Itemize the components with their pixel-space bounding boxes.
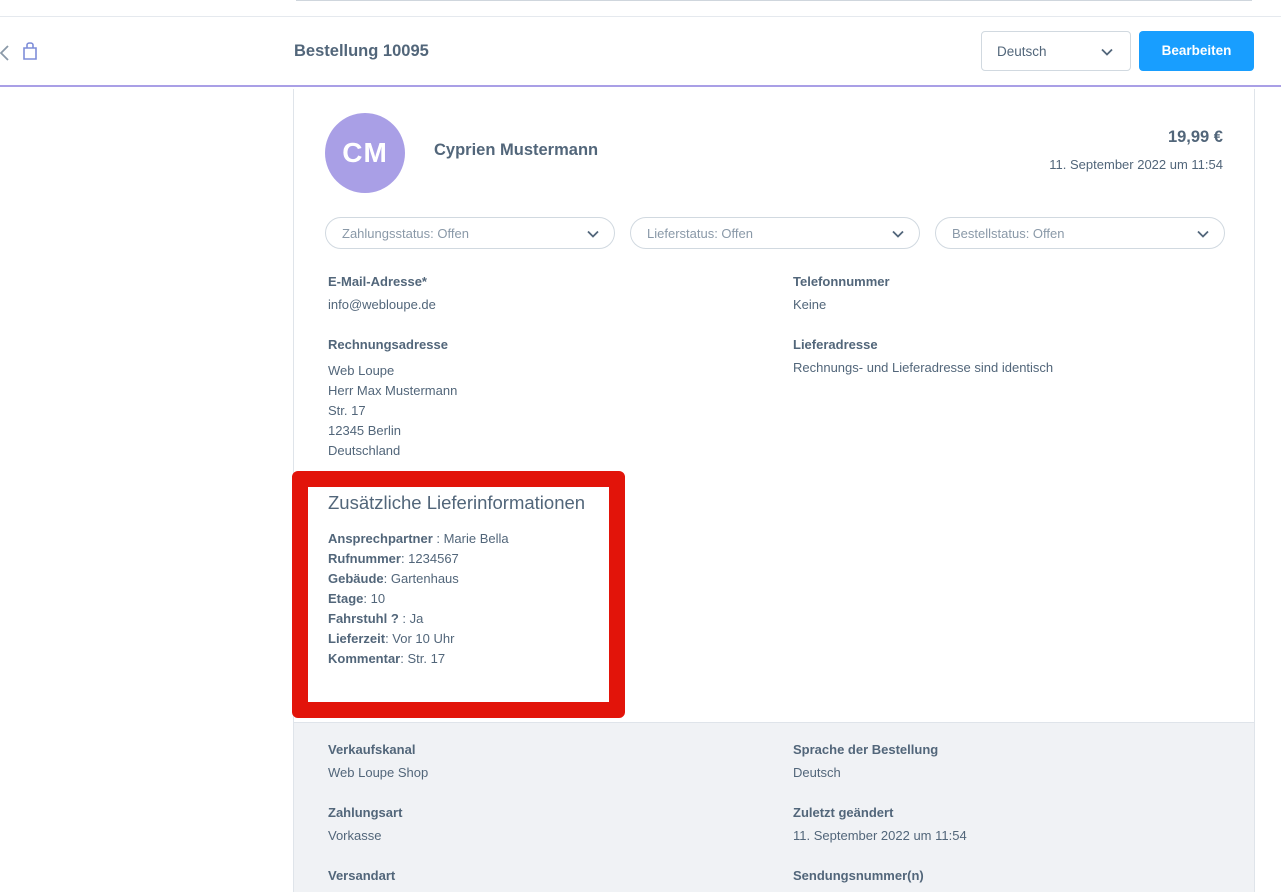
billing-address-line: Herr Max Mustermann xyxy=(328,383,458,398)
search-bar-edge xyxy=(296,0,1252,1)
phone-label: Telefonnummer xyxy=(793,274,890,289)
extra-info-row: Etage: 10 xyxy=(328,591,385,606)
billing-address-label: Rechnungsadresse xyxy=(328,337,448,352)
payment-method-value: Vorkasse xyxy=(328,828,382,843)
extra-info-key: Gebäude xyxy=(328,571,384,586)
extra-info-value: : Vor 10 Uhr xyxy=(385,631,455,646)
email-value: info@webloupe.de xyxy=(328,297,436,312)
order-date: 11. September 2022 um 11:54 xyxy=(1049,157,1223,172)
extra-info-key: Etage xyxy=(328,591,364,606)
chevron-down-icon xyxy=(587,230,599,238)
customer-name: Cyprien Mustermann xyxy=(434,141,599,159)
shopping-bag-icon xyxy=(23,42,37,60)
phone-value: Keine xyxy=(793,297,827,312)
payment-method-label: Zahlungsart xyxy=(328,805,403,820)
shipping-address-value: Rechnungs- und Lieferadresse sind identi… xyxy=(793,360,1054,375)
page-title: Bestellung 10095 xyxy=(294,42,429,60)
extra-info-row: Ansprechpartner : Marie Bella xyxy=(328,531,509,546)
shipping-address-label: Lieferadresse xyxy=(793,337,878,352)
order-language-value: Deutsch xyxy=(793,765,841,780)
last-changed-label: Zuletzt geändert xyxy=(793,805,894,820)
chevron-left-icon[interactable] xyxy=(0,44,12,62)
extra-info-row: Fahrstuhl ? : Ja xyxy=(328,611,423,626)
smart-bar: Bestellung 10095 Deutsch Bearbeiten xyxy=(0,17,1281,87)
payment-status-select[interactable]: Zahlungsstatus: Offen xyxy=(325,217,615,249)
extra-info-key: Ansprechpartner xyxy=(328,531,433,546)
delivery-status-value: Lieferstatus: Offen xyxy=(647,226,753,241)
delivery-status-select[interactable]: Lieferstatus: Offen xyxy=(630,217,920,249)
edit-button[interactable]: Bearbeiten xyxy=(1139,31,1254,71)
extra-info-value: : Marie Bella xyxy=(432,531,509,546)
tracking-number-label: Sendungsnummer(n) xyxy=(793,868,924,883)
extra-info-key: Lieferzeit xyxy=(328,631,386,646)
order-status-value: Bestellstatus: Offen xyxy=(952,226,1065,241)
extra-info-value: : 1234567 xyxy=(400,551,459,566)
chevron-down-icon xyxy=(1101,48,1113,56)
sales-channel-value: Web Loupe Shop xyxy=(328,765,429,780)
extra-info-value: : Str. 17 xyxy=(400,651,446,666)
order-status-select[interactable]: Bestellstatus: Offen xyxy=(935,217,1225,249)
billing-address-line: Str. 17 xyxy=(328,403,366,418)
extra-info-value: : Ja xyxy=(398,611,424,626)
extra-info-row: Kommentar: Str. 17 xyxy=(328,651,445,666)
avatar: CM xyxy=(325,113,405,193)
extra-info-row: Gebäude: Gartenhaus xyxy=(328,571,459,586)
payment-status-value: Zahlungsstatus: Offen xyxy=(342,226,469,241)
top-search-strip xyxy=(0,0,1281,17)
order-details-section: Verkaufskanal Web Loupe Shop Sprache der… xyxy=(293,722,1255,892)
extra-info-value: : Gartenhaus xyxy=(383,571,459,586)
chevron-down-icon xyxy=(892,230,904,238)
order-total: 19,99 € xyxy=(1167,128,1223,146)
language-select-value: Deutsch xyxy=(997,44,1047,59)
billing-address-line: Deutschland xyxy=(328,443,401,458)
chevron-down-icon xyxy=(1197,230,1209,238)
billing-address-line: 12345 Berlin xyxy=(328,423,401,438)
sales-channel-label: Verkaufskanal xyxy=(328,742,416,757)
extra-info-key: Fahrstuhl ? xyxy=(328,611,399,626)
extra-info-row: Rufnummer: 1234567 xyxy=(328,551,459,566)
extra-info-key: Kommentar xyxy=(328,651,401,666)
sidebar xyxy=(0,89,293,892)
language-select[interactable]: Deutsch xyxy=(981,31,1131,71)
last-changed-value: 11. September 2022 um 11:54 xyxy=(793,828,967,843)
order-language-label: Sprache der Bestellung xyxy=(793,742,939,757)
shipping-method-label: Versandart xyxy=(328,868,396,883)
email-label: E-Mail-Adresse* xyxy=(328,274,427,289)
billing-address-line: Web Loupe xyxy=(328,363,395,378)
extra-info-key: Rufnummer xyxy=(328,551,401,566)
extra-delivery-info-title: Zusätzliche Lieferinformationen xyxy=(328,492,586,513)
extra-info-value: : 10 xyxy=(363,591,386,606)
extra-info-row: Lieferzeit: Vor 10 Uhr xyxy=(328,631,454,646)
